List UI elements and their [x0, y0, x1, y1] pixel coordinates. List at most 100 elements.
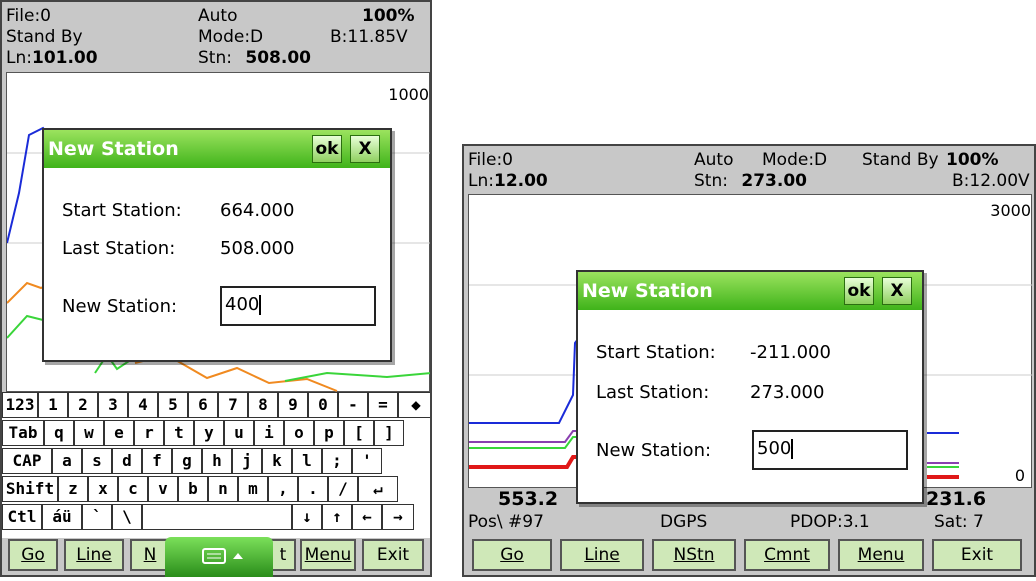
new-station-value: 500: [757, 438, 792, 459]
key[interactable]: 4: [128, 392, 158, 418]
cmnt-button[interactable]: Cmnt: [744, 539, 830, 571]
key[interactable]: r: [134, 420, 164, 446]
mode-auto-label: Auto: [694, 150, 734, 170]
key[interactable]: 0: [308, 392, 338, 418]
scale-min-label: 0: [1014, 466, 1025, 485]
key[interactable]: `: [82, 504, 112, 530]
key[interactable]: 123: [2, 392, 38, 418]
new-station-label: New Station:: [596, 440, 712, 461]
key[interactable]: d: [112, 448, 142, 474]
key[interactable]: 7: [218, 392, 248, 418]
nstn-button[interactable]: NStn: [652, 539, 736, 571]
mode-label: Mode:D: [762, 150, 828, 170]
exit-button[interactable]: Exit: [932, 539, 1022, 571]
key[interactable]: ↓: [292, 504, 322, 530]
key[interactable]: 3: [98, 392, 128, 418]
exit-button[interactable]: Exit: [362, 539, 424, 571]
key[interactable]: ↵: [358, 476, 398, 502]
key[interactable]: ←: [352, 504, 382, 530]
key[interactable]: e: [104, 420, 134, 446]
go-button[interactable]: Go: [472, 539, 552, 571]
key[interactable]: y: [194, 420, 224, 446]
key[interactable]: Tab: [2, 420, 44, 446]
go-label: Go: [21, 545, 45, 565]
key[interactable]: 5: [158, 392, 188, 418]
new-station-value: 400: [225, 294, 260, 315]
key[interactable]: a: [52, 448, 82, 474]
key[interactable]: 6: [188, 392, 218, 418]
start-station-value: 664.000: [220, 200, 295, 221]
sip-button[interactable]: [165, 537, 273, 577]
station-value: 508.00: [245, 48, 311, 68]
key[interactable]: i: [254, 420, 284, 446]
key[interactable]: n: [208, 476, 238, 502]
nstn-button[interactable]: N: [130, 539, 170, 571]
keyboard-row-zxcv: Shift z x c v b n m,. / ↵: [2, 476, 430, 504]
key[interactable]: w: [74, 420, 104, 446]
key[interactable]: -: [338, 392, 368, 418]
key[interactable]: ': [352, 448, 382, 474]
key[interactable]: áü: [42, 504, 82, 530]
text-caret: [259, 295, 262, 315]
key[interactable]: b: [178, 476, 208, 502]
key[interactable]: =: [368, 392, 398, 418]
key[interactable]: j: [232, 448, 262, 474]
key[interactable]: CAP: [2, 448, 52, 474]
key[interactable]: x: [88, 476, 118, 502]
ok-button[interactable]: ok: [844, 277, 874, 305]
close-button[interactable]: X: [350, 135, 380, 163]
key[interactable]: m: [238, 476, 268, 502]
key[interactable]: s: [82, 448, 112, 474]
key[interactable]: f: [142, 448, 172, 474]
key[interactable]: [: [344, 420, 374, 446]
key[interactable]: 2: [68, 392, 98, 418]
station-value: 273.00: [741, 171, 807, 191]
key[interactable]: c: [118, 476, 148, 502]
key[interactable]: g: [172, 448, 202, 474]
key[interactable]: t: [164, 420, 194, 446]
new-station-input[interactable]: 500: [752, 430, 908, 470]
key[interactable]: →: [382, 504, 414, 530]
key[interactable]: Ctl: [2, 504, 42, 530]
key[interactable]: v: [148, 476, 178, 502]
line-button[interactable]: Line: [560, 539, 644, 571]
key[interactable]: \: [112, 504, 142, 530]
key[interactable]: h: [202, 448, 232, 474]
close-button[interactable]: X: [882, 277, 912, 305]
key[interactable]: q: [44, 420, 74, 446]
satellites-label: Sat: 7: [934, 512, 984, 532]
line-button[interactable]: Line: [64, 539, 124, 571]
key[interactable]: ↑: [322, 504, 352, 530]
battery-voltage: B:12.00V: [952, 171, 1030, 191]
key[interactable]: l: [292, 448, 322, 474]
ok-button[interactable]: ok: [312, 135, 342, 163]
key[interactable]: ,: [268, 476, 298, 502]
keyboard-row-numbers: 123 1 2 3 4 5 6 7 8 9 0- = ◆: [2, 392, 430, 420]
pdop-label: PDOP:3.1: [790, 512, 870, 532]
mode-label: Mode:D: [198, 27, 264, 47]
key[interactable]: o: [284, 420, 314, 446]
key[interactable]: u: [224, 420, 254, 446]
cmnt-button[interactable]: t: [270, 539, 296, 571]
key[interactable]: 8: [248, 392, 278, 418]
cmnt-label: t: [279, 545, 287, 565]
key[interactable]: /: [328, 476, 358, 502]
dialog-titlebar: New Station ok X: [44, 130, 390, 168]
key[interactable]: p: [314, 420, 344, 446]
key[interactable]: k: [262, 448, 292, 474]
menu-button[interactable]: Menu: [838, 539, 924, 571]
key[interactable]: 9: [278, 392, 308, 418]
space-key[interactable]: [142, 504, 292, 530]
go-button[interactable]: Go: [8, 539, 58, 571]
readout-4: 231.6: [926, 488, 987, 510]
key[interactable]: .: [298, 476, 328, 502]
new-station-dialog: New Station ok X Start Station: 664.000 …: [42, 128, 392, 362]
new-station-input[interactable]: 400: [220, 286, 376, 326]
menu-button[interactable]: Menu: [300, 539, 356, 571]
key[interactable]: z: [58, 476, 88, 502]
key[interactable]: ◆: [398, 392, 430, 418]
key[interactable]: ;: [322, 448, 352, 474]
key[interactable]: 1: [38, 392, 68, 418]
key[interactable]: Shift: [2, 476, 58, 502]
key[interactable]: ]: [374, 420, 404, 446]
